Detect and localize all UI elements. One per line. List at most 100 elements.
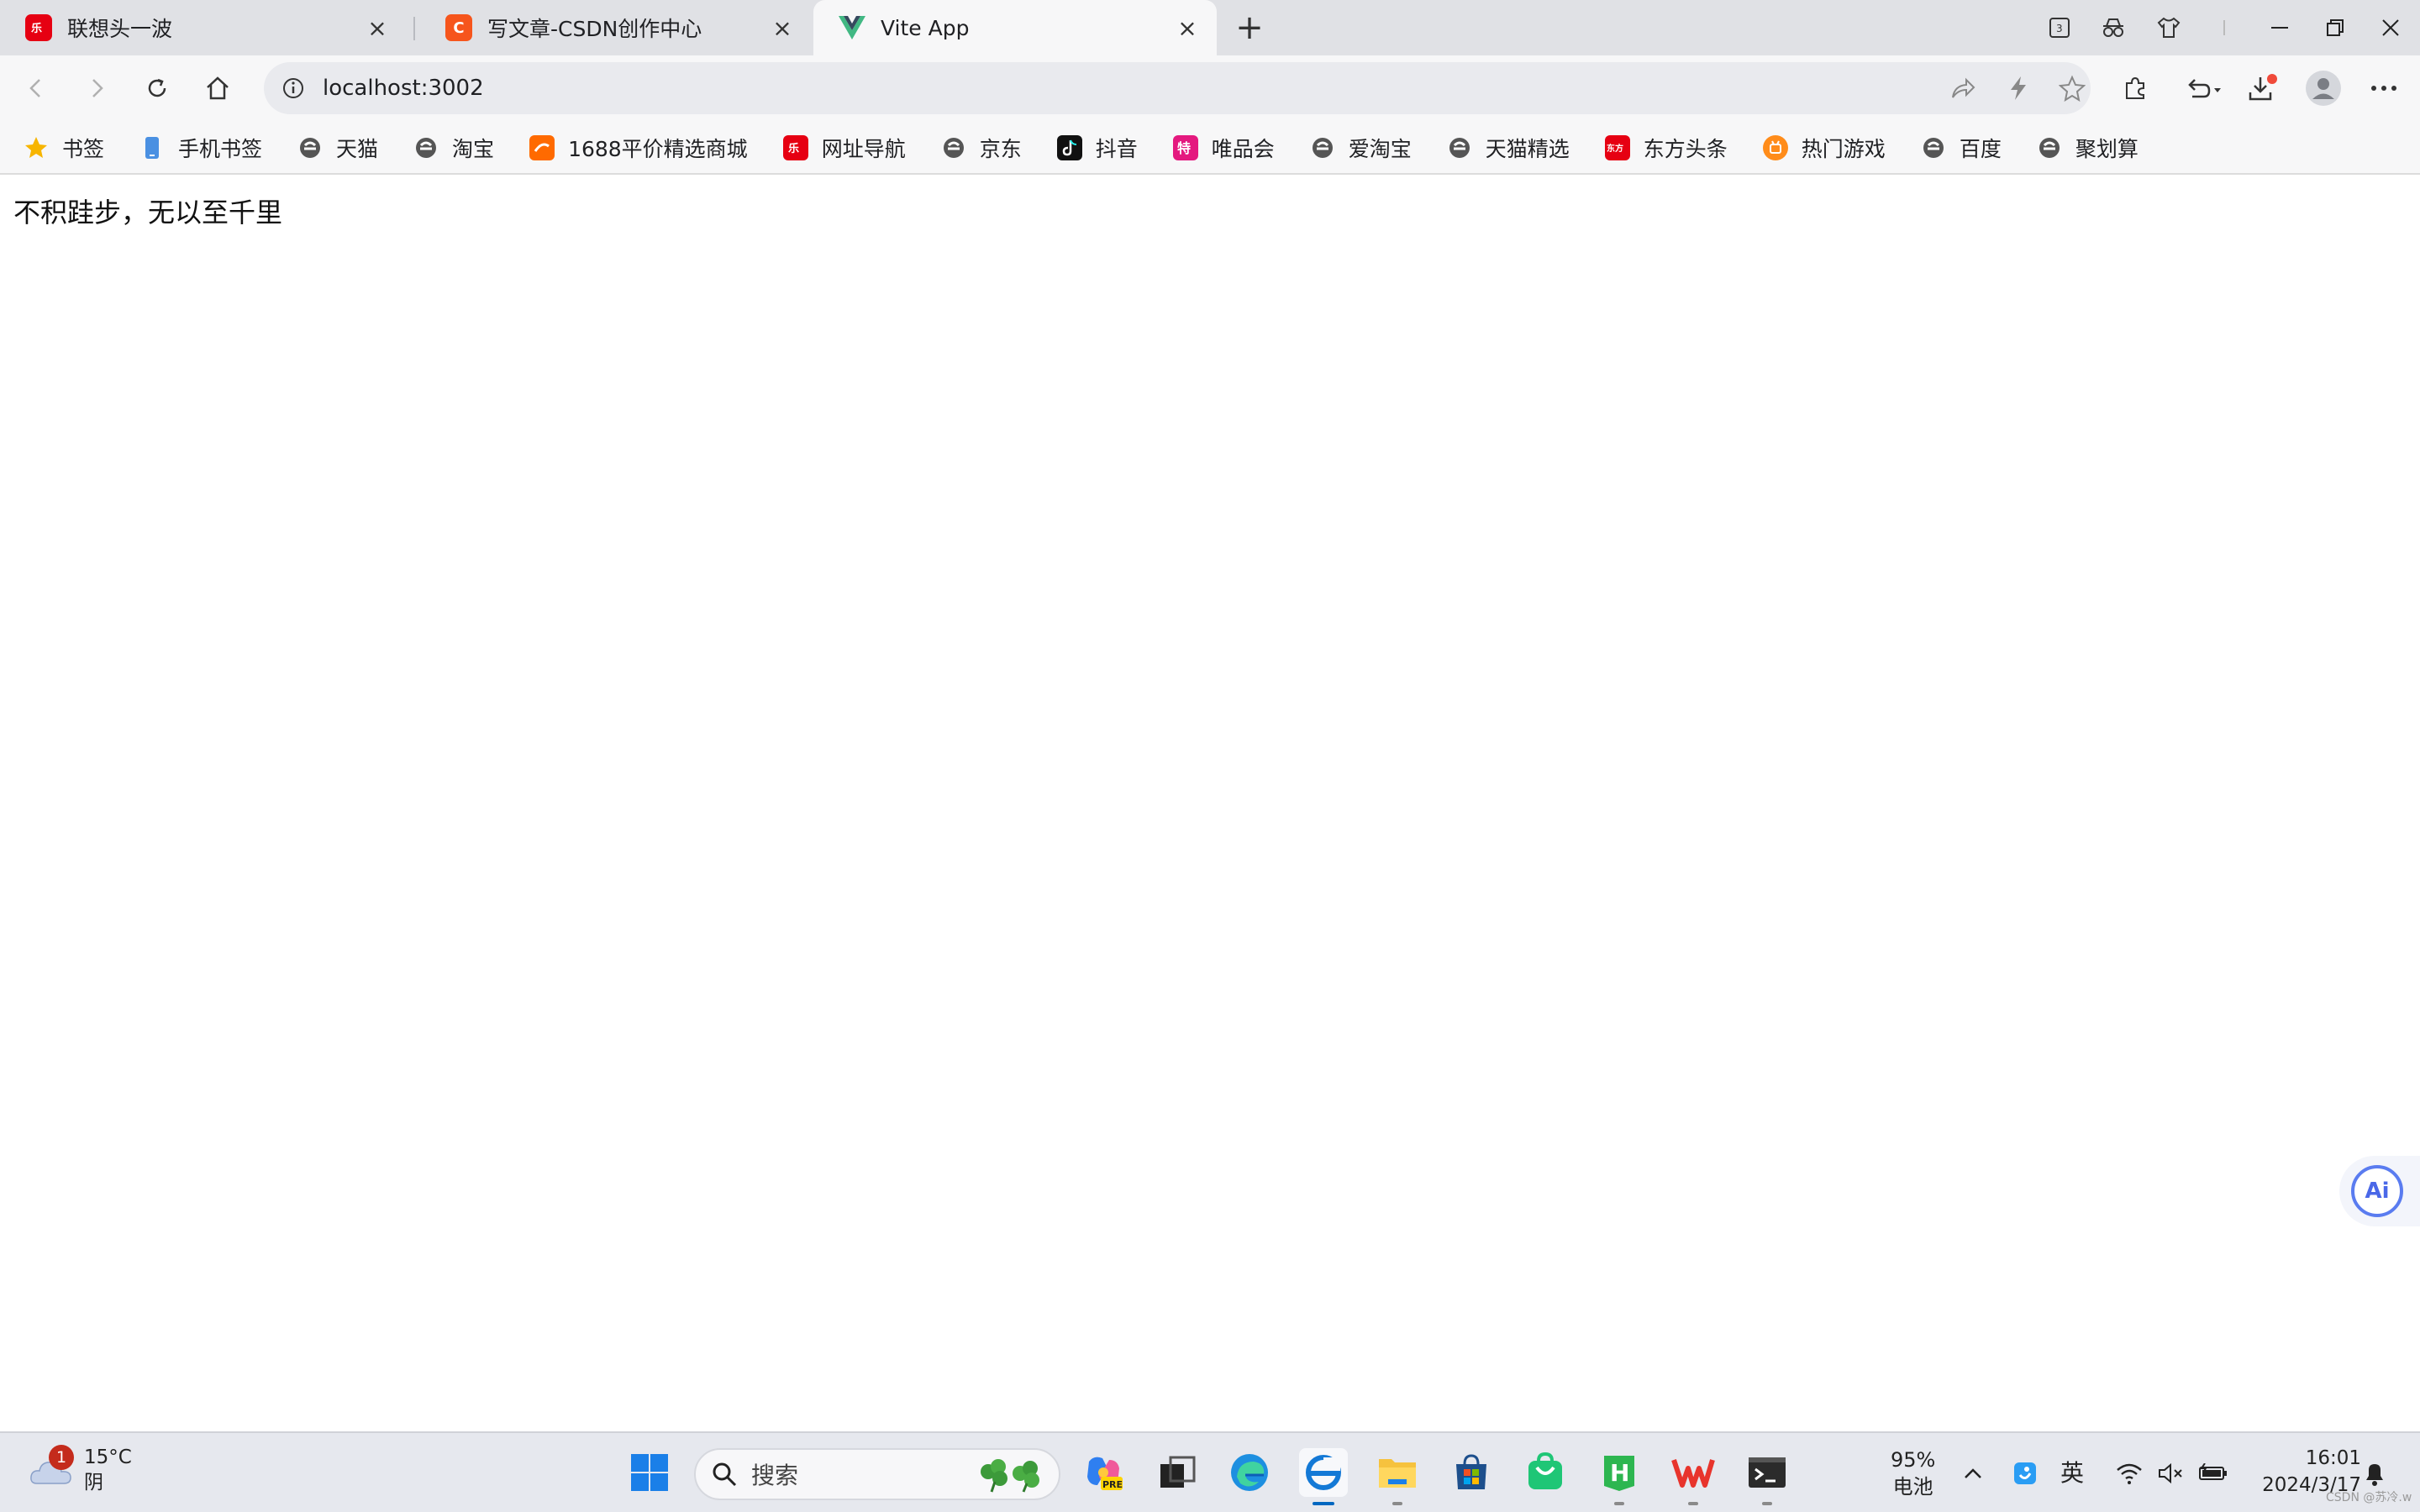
copilot-icon[interactable]: PRE: [1079, 1448, 1128, 1497]
shirt-icon[interactable]: [2154, 13, 2183, 42]
url-text[interactable]: localhost:3002: [323, 76, 484, 101]
battery-tray[interactable]: [2196, 1433, 2230, 1512]
bookmark-label: 手机书签: [178, 137, 263, 161]
wifi-status[interactable]: [2112, 1433, 2146, 1512]
bookmark-item[interactable]: 热门游戏: [1762, 133, 1886, 163]
tab-title: Vite App: [881, 15, 970, 40]
bookmark-item[interactable]: 手机书签: [139, 133, 262, 163]
ie-icon: [1921, 135, 1946, 160]
menu-more-icon[interactable]: [2363, 67, 2405, 109]
start-button[interactable]: [625, 1448, 674, 1497]
taskbar-search[interactable]: 搜索: [694, 1448, 1060, 1500]
extensions-icon[interactable]: [2114, 67, 2156, 109]
running-indicator: [1614, 1502, 1624, 1505]
tab-csdn[interactable]: C 写文章-CSDN创作中心 ×: [420, 0, 812, 55]
ai-assistant-button[interactable]: Ai: [2339, 1156, 2420, 1226]
bookmark-item[interactable]: 爱淘宝: [1310, 133, 1412, 163]
bookmark-item[interactable]: 京东: [941, 133, 1022, 163]
battery-charging-icon: [2196, 1457, 2230, 1490]
ie-icon: [1310, 135, 1335, 160]
watermark: CSDN @苏冷.w: [2326, 1491, 2412, 1504]
notification-badge: 1: [49, 1445, 74, 1470]
toolbar-divider: [0, 173, 2420, 175]
site-info-icon[interactable]: [279, 74, 308, 102]
tab-count-icon[interactable]: 3: [2045, 13, 2074, 42]
lightning-icon[interactable]: [2003, 73, 2033, 103]
ime-indicator[interactable]: 英: [2060, 1433, 2084, 1512]
minimize-button[interactable]: [2260, 8, 2299, 47]
back-button[interactable]: [15, 67, 57, 109]
bell-icon: [2358, 1457, 2391, 1490]
bookmark-item[interactable]: 书签: [24, 133, 104, 163]
close-icon[interactable]: ×: [770, 14, 795, 42]
tab-strip: 乐 联想头一波 × C 写文章-CSDN创作中心 × Vite App × + …: [0, 0, 2420, 55]
terminal-icon[interactable]: [1743, 1448, 1791, 1505]
tab-lenovo[interactable]: 乐 联想头一波 ×: [0, 0, 407, 55]
bookmark-label: 京东: [979, 137, 1022, 161]
bookmark-item[interactable]: 百度: [1921, 133, 2002, 163]
volume-status[interactable]: [2154, 1433, 2188, 1512]
star-bookmark-icon[interactable]: [2057, 73, 2087, 103]
page-content-text: 不积跬步，无以至千里: [13, 197, 283, 228]
bookmark-item[interactable]: 聚划算: [2037, 133, 2139, 163]
tab-vite-app[interactable]: Vite App ×: [813, 0, 1217, 55]
game-icon: [1762, 135, 1788, 160]
home-button[interactable]: [197, 67, 239, 109]
file-explorer-icon[interactable]: [1373, 1448, 1422, 1505]
dftt-icon: 东方: [1604, 135, 1630, 160]
bookmark-label: 百度: [1959, 137, 2002, 161]
bookmark-label: 东方头条: [1643, 137, 1728, 161]
share-icon[interactable]: [1948, 73, 1978, 103]
bookmark-label: 聚划算: [2075, 137, 2139, 161]
ie-icon: [413, 135, 439, 160]
bookmark-item[interactable]: 1688平价精选商城: [529, 133, 748, 163]
restore-button[interactable]: [2316, 8, 2354, 47]
bookmark-label: 网址导航: [821, 137, 906, 161]
bookmark-item[interactable]: 抖音: [1056, 133, 1138, 163]
ai-icon: Ai: [2351, 1165, 2403, 1217]
profile-avatar-icon[interactable]: [2302, 67, 2344, 109]
bookmark-item[interactable]: 天猫精选: [1447, 133, 1570, 163]
wifi-icon: [2112, 1457, 2146, 1490]
phone-icon: [139, 135, 165, 160]
battery-status[interactable]: 95% 电池: [1891, 1433, 1935, 1512]
new-tab-button[interactable]: +: [1232, 8, 1267, 47]
undo-close-icon[interactable]: [2176, 67, 2232, 109]
close-window-button[interactable]: [2371, 8, 2410, 47]
ms-store-icon[interactable]: [1447, 1448, 1496, 1497]
bookmark-item[interactable]: 乐 网址导航: [782, 133, 906, 163]
task-view-icon[interactable]: [1153, 1448, 1202, 1497]
ie-icon: [297, 135, 323, 160]
bookmark-label: 热门游戏: [1801, 137, 1886, 161]
shopping-bag-icon[interactable]: [1521, 1448, 1570, 1497]
reload-button[interactable]: [136, 67, 178, 109]
running-indicator: [1688, 1502, 1698, 1505]
forward-button[interactable]: [76, 67, 118, 109]
ie-browser-icon[interactable]: [1299, 1448, 1348, 1505]
bookmark-label: 淘宝: [452, 137, 495, 161]
download-icon[interactable]: [2242, 67, 2284, 109]
battery-label: 电池: [1892, 1475, 1933, 1499]
close-icon[interactable]: ×: [365, 14, 390, 42]
tray-app-icon: [2008, 1457, 2042, 1490]
wps-icon[interactable]: [1669, 1448, 1718, 1505]
bookmark-item[interactable]: 特 唯品会: [1172, 133, 1275, 163]
lenovo-icon: 乐: [782, 135, 808, 160]
bookmark-label: 1688平价精选商城: [568, 137, 748, 161]
bookmark-item[interactable]: 东方 东方头条: [1604, 133, 1728, 163]
svg-text:东方: 东方: [1607, 143, 1623, 154]
bookmark-item[interactable]: 淘宝: [413, 133, 494, 163]
weather-widget[interactable]: 1 15°C 阴: [29, 1445, 132, 1495]
bookmark-label: 爱淘宝: [1348, 137, 1412, 161]
bookmark-item[interactable]: 天猫: [297, 133, 378, 163]
tray-app[interactable]: [2008, 1433, 2042, 1512]
weather-condition: 阴: [84, 1472, 103, 1494]
active-indicator: [1313, 1502, 1334, 1505]
hbuilder-icon[interactable]: H: [1595, 1448, 1644, 1505]
incognito-icon[interactable]: [2099, 13, 2128, 42]
tray-overflow[interactable]: [1956, 1433, 1990, 1512]
address-bar[interactable]: localhost:3002: [264, 62, 2091, 114]
close-icon[interactable]: ×: [1175, 14, 1200, 42]
taskbar: 1 15°C 阴 搜索 PRE H 95% 电池 英 16:01 2024/3/…: [0, 1431, 2420, 1512]
edge-icon[interactable]: [1225, 1448, 1274, 1497]
